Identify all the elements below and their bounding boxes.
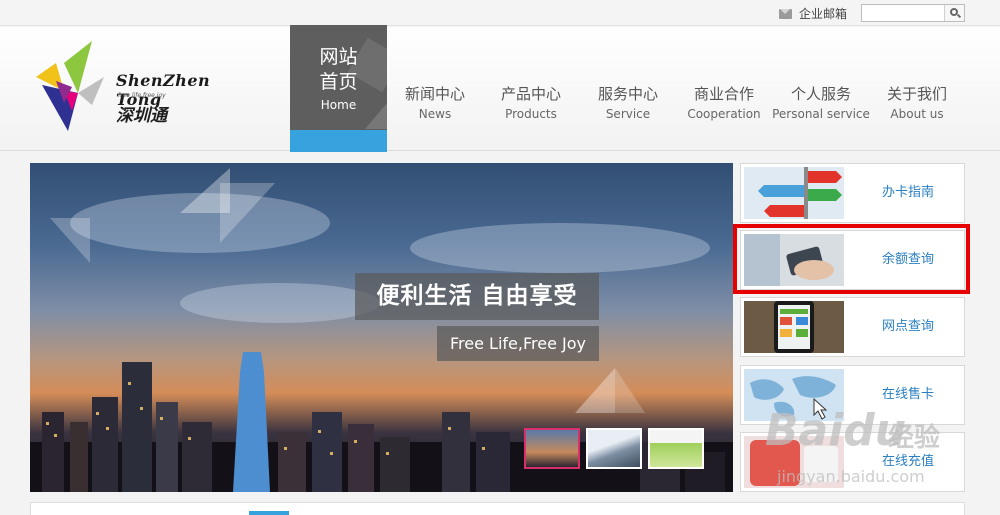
watermark-cn: 经验	[888, 423, 941, 453]
baidu-jingyan-watermark: Baidu 经验 jingyan.baidu.com	[765, 405, 975, 495]
smartphone-app-image	[744, 301, 844, 353]
nav-item-products[interactable]: 产品中心 Products	[481, 84, 581, 121]
search-box	[861, 4, 965, 22]
logo-tagline: free life free joy	[118, 92, 166, 99]
nav-item-news[interactable]: 新闻中心 News	[385, 84, 485, 121]
nav-item-cooperation[interactable]: 商业合作 Cooperation	[674, 84, 774, 121]
content-panel	[30, 502, 965, 515]
nav-item-home[interactable]: 网站 首页 Home	[290, 25, 387, 152]
mail-icon	[779, 8, 792, 19]
city-skyline-image	[30, 352, 733, 492]
side-link-label: 网点查询	[881, 319, 934, 334]
side-link-card-guide[interactable]: 办卡指南	[740, 163, 965, 223]
signpost-image	[744, 167, 844, 219]
search-button[interactable]	[944, 5, 964, 21]
logo-mark-icon	[36, 41, 104, 131]
nav-home-cn: 网站 首页	[319, 46, 358, 93]
enterprise-mail-link[interactable]: 企业邮箱	[779, 5, 847, 22]
banner-slogan-cn: 便利生活 自由享受	[355, 273, 599, 320]
nav-home-en: Home	[320, 98, 357, 112]
nav-item-service[interactable]: 服务中心 Service	[578, 84, 678, 121]
banner-slogan-en: Free Life,Free Joy	[437, 326, 599, 361]
slide-thumb-1[interactable]	[524, 428, 580, 469]
watermark-brand: Baidu	[765, 405, 907, 456]
slide-thumb-2[interactable]	[586, 428, 642, 469]
nav-item-about-us[interactable]: 关于我们 About us	[867, 84, 967, 121]
top-utility-bar: 企业邮箱	[0, 0, 1000, 26]
logo-chinese-name: 深圳通	[116, 106, 167, 126]
site-logo[interactable]: ShenZhen Tong free life free joy 深圳通	[34, 41, 224, 133]
slide-thumb-3[interactable]	[648, 428, 704, 469]
enterprise-mail-label: 企业邮箱	[799, 7, 848, 21]
content-tab-indicator	[249, 511, 289, 515]
search-input[interactable]	[862, 5, 944, 21]
side-link-outlet-query[interactable]: 网点查询	[740, 297, 965, 357]
annotation-highlight-box	[733, 224, 970, 294]
banner-slideshow[interactable]: 便利生活 自由享受 Free Life,Free Joy	[30, 163, 733, 492]
watermark-url: jingyan.baidu.com	[777, 467, 925, 486]
site-header: ShenZhen Tong free life free joy 深圳通 网站 …	[0, 25, 1000, 152]
side-link-label: 办卡指南	[881, 185, 934, 200]
nav-active-indicator	[290, 130, 387, 152]
nav-item-personal-service[interactable]: 个人服务 Personal service	[766, 84, 876, 121]
